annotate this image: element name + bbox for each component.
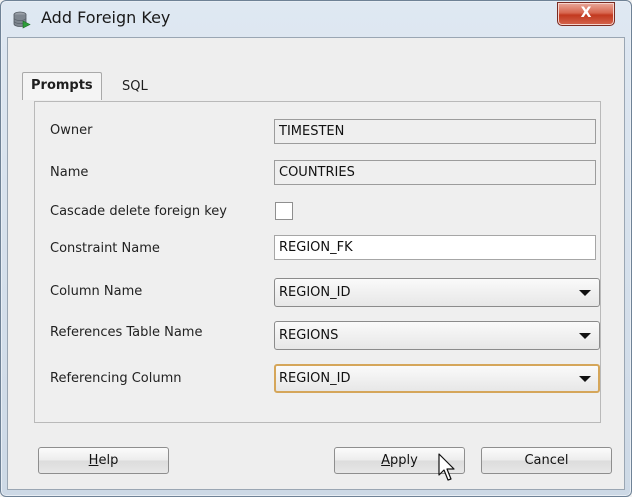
column-name-value: REGION_ID [279,285,351,300]
owner-field: TIMESTEN [274,119,596,144]
referencing-column-label: Referencing Column [50,371,182,386]
name-field: COUNTRIES [274,160,596,185]
references-table-label: References Table Name [50,325,203,340]
owner-label: Owner [50,123,93,138]
apply-mnemonic: A [381,453,391,468]
window-title: Add Foreign Key [41,8,171,27]
name-label: Name [50,165,89,180]
help-button[interactable]: Help [38,447,169,474]
column-name-label: Column Name [50,284,143,299]
apply-label-rest: pply [390,453,418,468]
cascade-delete-checkbox[interactable] [275,202,293,220]
tab-prompts[interactable]: Prompts [22,72,102,100]
cascade-delete-label: Cascade delete foreign key [50,204,227,219]
close-button[interactable]: X [557,2,615,26]
title-bar[interactable]: Add Foreign Key X [1,1,631,37]
help-label-rest: elp [98,453,119,468]
constraint-name-input[interactable]: REGION_FK [274,235,596,260]
chevron-down-icon [579,333,591,339]
chevron-down-icon [579,376,591,382]
tab-sql[interactable]: SQL [114,76,156,98]
help-mnemonic: H [88,453,99,468]
mouse-pointer-icon [437,453,459,483]
referencing-column-select[interactable]: REGION_ID [274,364,600,393]
chevron-down-icon [579,290,591,296]
references-table-value: REGIONS [279,328,339,343]
dialog-window: Add Foreign Key X Prompts SQL Owner TIME… [0,0,632,497]
referencing-column-value: REGION_ID [279,371,351,386]
constraint-name-label: Constraint Name [50,241,160,256]
column-name-select[interactable]: REGION_ID [274,278,600,307]
references-table-select[interactable]: REGIONS [274,321,600,350]
cancel-button[interactable]: Cancel [481,447,612,474]
database-key-icon [13,11,31,29]
